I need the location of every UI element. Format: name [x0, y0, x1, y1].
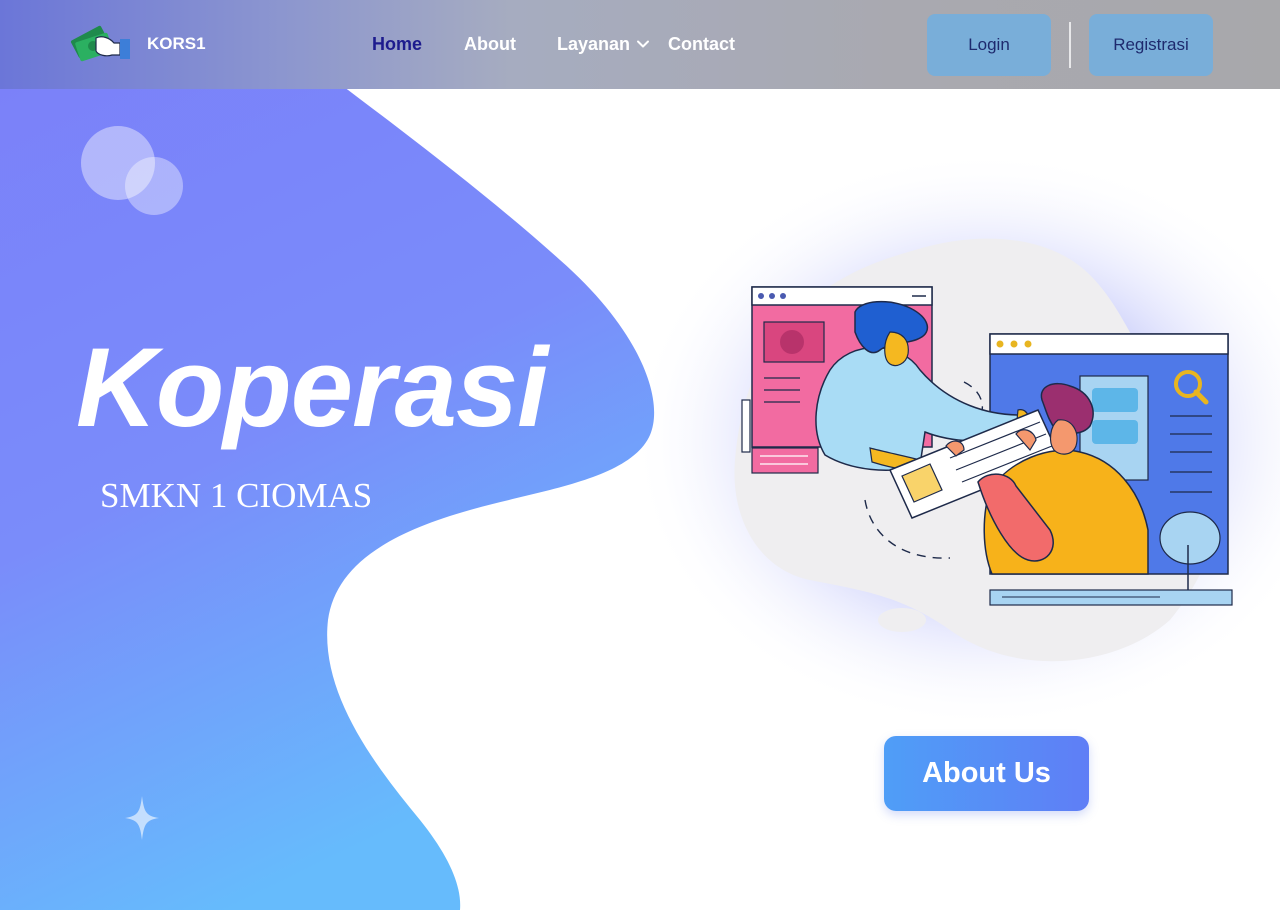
nav-layanan-dropdown[interactable]: Layanan — [557, 33, 650, 55]
nav-about[interactable]: About — [464, 33, 516, 55]
decor-circle — [125, 157, 183, 215]
main-nav: Home About Layanan Contact — [372, 33, 735, 55]
hero-subtitle: SMKN 1 CIOMAS — [100, 476, 373, 515]
hero-title: Koperasi — [76, 325, 548, 450]
nav-contact[interactable]: Contact — [668, 33, 735, 55]
nav-layanan-label: Layanan — [557, 34, 631, 54]
register-button[interactable]: Registrasi — [1089, 14, 1213, 76]
login-button[interactable]: Login — [927, 14, 1051, 76]
collaboration-illustration — [734, 238, 1233, 662]
nav-divider — [1069, 22, 1071, 68]
brand[interactable]: KORS1 — [68, 22, 206, 66]
money-hand-icon — [71, 25, 130, 62]
navbar: KORS1 Home About Layanan Contact Login R… — [0, 0, 1280, 89]
brand-name: KORS1 — [147, 34, 206, 53]
chevron-down-icon — [637, 40, 650, 48]
nav-home[interactable]: Home — [372, 33, 422, 55]
about-us-button[interactable]: About Us — [884, 736, 1089, 811]
